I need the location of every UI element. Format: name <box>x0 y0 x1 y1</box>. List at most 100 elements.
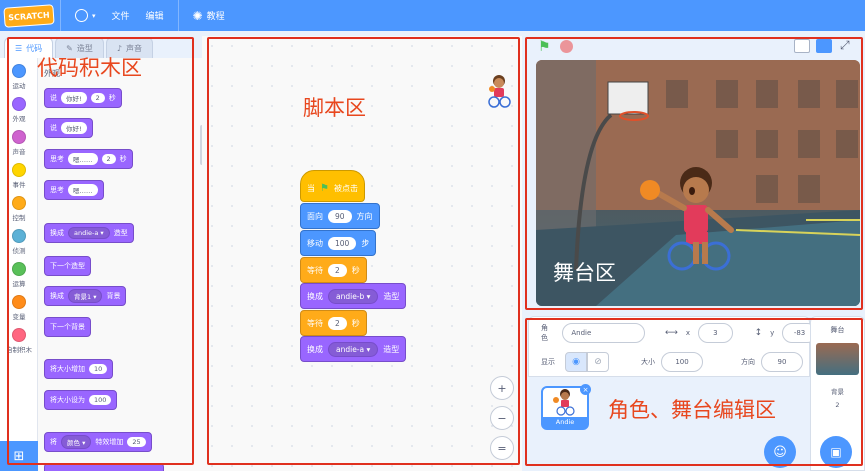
script-block-wait[interactable]: 等待 2 秒 <box>300 310 367 336</box>
category-my-blocks[interactable]: 自制积木 <box>0 322 38 355</box>
block-input[interactable]: 2 <box>90 93 105 103</box>
category-dot <box>12 328 26 342</box>
category-variables[interactable]: 变量 <box>0 289 38 322</box>
palette-block-say-for-secs[interactable]: 说 你好! 2 秒 <box>44 88 122 108</box>
category-events[interactable]: 事件 <box>0 157 38 190</box>
block-text: 背景 <box>106 292 121 300</box>
choose-backdrop-button[interactable]: ▣ <box>820 436 852 468</box>
backdrop-thumbnail[interactable] <box>816 343 859 375</box>
block-input[interactable]: 25 <box>127 437 146 447</box>
delete-sprite-button[interactable]: × <box>580 384 591 395</box>
block-text: 下一个背景 <box>50 323 85 331</box>
y-arrows-icon: ↕ <box>754 328 763 338</box>
sprite-name-row: 角色 Andie ⟷ x 3 ↕ y -83 <box>541 323 817 343</box>
block-input[interactable]: 2 <box>328 316 347 330</box>
palette-block-partial[interactable] <box>44 463 164 471</box>
palette-block-next-backdrop[interactable]: 下一个背景 <box>44 317 91 337</box>
block-input[interactable]: 嗯…… <box>68 184 98 196</box>
palette-block-next-costume[interactable]: 下一个造型 <box>44 256 91 276</box>
script-block-move-steps[interactable]: 移动 100 步 <box>300 230 377 256</box>
script-block-when-flag-clicked[interactable]: 当 ⚑ 被点击 <box>300 170 365 202</box>
block-text: 当 <box>307 183 315 193</box>
script-block-wait[interactable]: 等待 2 秒 <box>300 257 367 283</box>
block-text: 等待 <box>307 265 323 275</box>
block-text: 秒 <box>351 318 360 328</box>
block-input[interactable]: 2 <box>328 263 347 277</box>
block-text: 换成 <box>307 344 323 354</box>
palette-block-change-effect[interactable]: 将 颜色 ▾ 特效增加 25 <box>44 432 152 452</box>
cat-plus-icon: ☺ <box>773 444 787 460</box>
block-text: 将 <box>50 438 57 446</box>
tutorials-menu[interactable]: ✺ 教程 <box>185 0 233 31</box>
script-block-switch-costume[interactable]: 换成 andie-a ▾ 造型 <box>300 336 407 362</box>
x-field[interactable]: 3 <box>698 323 733 343</box>
category-sensing[interactable]: 侦测 <box>0 223 38 256</box>
scratch-logo[interactable]: SCRATCH <box>3 3 55 28</box>
block-text: 秒 <box>108 94 116 102</box>
block-input[interactable]: 100 <box>89 395 112 405</box>
category-sound[interactable]: 声音 <box>0 124 38 157</box>
block-text: 换成 <box>50 229 64 237</box>
block-text: 特效增加 <box>95 438 124 446</box>
zoom-reset-button[interactable]: = <box>490 436 514 460</box>
x-label: x <box>685 329 691 337</box>
file-menu[interactable]: 文件 <box>104 0 138 31</box>
language-menu[interactable]: ▾ <box>67 0 104 31</box>
globe-icon <box>75 9 88 22</box>
category-label: 变量 <box>12 313 26 321</box>
sprite-thumbnail[interactable]: × Andie <box>541 384 591 430</box>
palette-block-say[interactable]: 说 你好! <box>44 118 93 138</box>
block-text: 造型 <box>383 344 400 354</box>
costume-dropdown[interactable]: andie-b ▾ <box>328 288 379 304</box>
fullscreen-icon[interactable]: ⤢ <box>840 38 850 53</box>
choose-sprite-button[interactable]: ☺ <box>764 436 796 468</box>
add-extension-button[interactable]: ⊞ <box>0 441 38 471</box>
block-input[interactable]: 你好! <box>61 92 87 104</box>
code-icon: ☰ <box>15 44 23 53</box>
palette-block-think-for-secs[interactable]: 思考 嗯…… 2 秒 <box>44 149 133 169</box>
direction-field[interactable]: 90 <box>761 352 803 372</box>
category-control[interactable]: 控制 <box>0 190 38 223</box>
palette-block-set-size[interactable]: 将大小设为 100 <box>44 390 118 410</box>
size-field[interactable]: 100 <box>661 352 703 372</box>
show-sprite-button[interactable]: ◉ <box>565 352 587 372</box>
palette-block-change-size[interactable]: 将大小增加 10 <box>44 359 114 379</box>
script-block-point-in-direction[interactable]: 面向 90 方向 <box>300 203 380 229</box>
block-text: 换成 <box>307 291 323 301</box>
hide-sprite-button[interactable]: ⊘ <box>587 352 609 372</box>
category-menu: 运动 外观 声音 事件 控制 侦测 运算 变量 自制积木 ⊞ <box>0 58 38 471</box>
palette-block-think[interactable]: 思考 嗯…… <box>44 180 104 200</box>
category-looks[interactable]: 外观 <box>0 91 38 124</box>
backdrop-dropdown[interactable]: 背景1 ▾ <box>68 289 103 303</box>
block-input[interactable]: 10 <box>89 364 108 374</box>
small-stage-button[interactable] <box>794 39 810 53</box>
script-block-switch-costume[interactable]: 换成 andie-b ▾ 造型 <box>300 283 407 309</box>
block-input[interactable]: 90 <box>328 209 352 223</box>
block-palette: 外观 说 你好! 2 秒 说 你好! 思考 嗯…… 2 秒 思考 嗯…… 换成 … <box>38 58 202 471</box>
palette-block-switch-backdrop[interactable]: 换成 背景1 ▾ 背景 <box>44 286 127 306</box>
category-dot <box>12 130 26 144</box>
palette-block-switch-costume[interactable]: 换成 andie-a ▾ 造型 <box>44 223 134 243</box>
category-operators[interactable]: 运算 <box>0 256 38 289</box>
green-flag-button[interactable]: ⚑ <box>538 39 551 55</box>
zoom-out-button[interactable]: − <box>490 406 514 430</box>
green-flag-icon: ⚑ <box>320 182 329 194</box>
block-input[interactable]: 100 <box>328 236 357 250</box>
zoom-out-icon: − <box>497 411 507 425</box>
costume-dropdown[interactable]: andie-a ▾ <box>68 227 110 239</box>
extension-icon: ⊞ <box>13 448 25 464</box>
large-stage-button[interactable] <box>816 39 832 53</box>
sprite-name-field[interactable]: Andie <box>562 323 646 343</box>
block-input[interactable]: 你好! <box>61 122 87 134</box>
eye-icon: ◉ <box>572 357 580 367</box>
category-motion[interactable]: 运动 <box>0 58 38 91</box>
block-input[interactable]: 2 <box>101 154 116 164</box>
effect-dropdown[interactable]: 颜色 ▾ <box>61 435 92 449</box>
edit-menu[interactable]: 编辑 <box>138 0 172 31</box>
zoom-in-button[interactable]: + <box>490 376 514 400</box>
stage-header: ⚑ ⤢ <box>528 36 865 58</box>
stop-button[interactable] <box>560 40 573 53</box>
block-input[interactable]: 嗯…… <box>68 153 98 165</box>
costume-dropdown[interactable]: andie-a ▾ <box>328 341 379 357</box>
category-dot <box>12 229 26 243</box>
